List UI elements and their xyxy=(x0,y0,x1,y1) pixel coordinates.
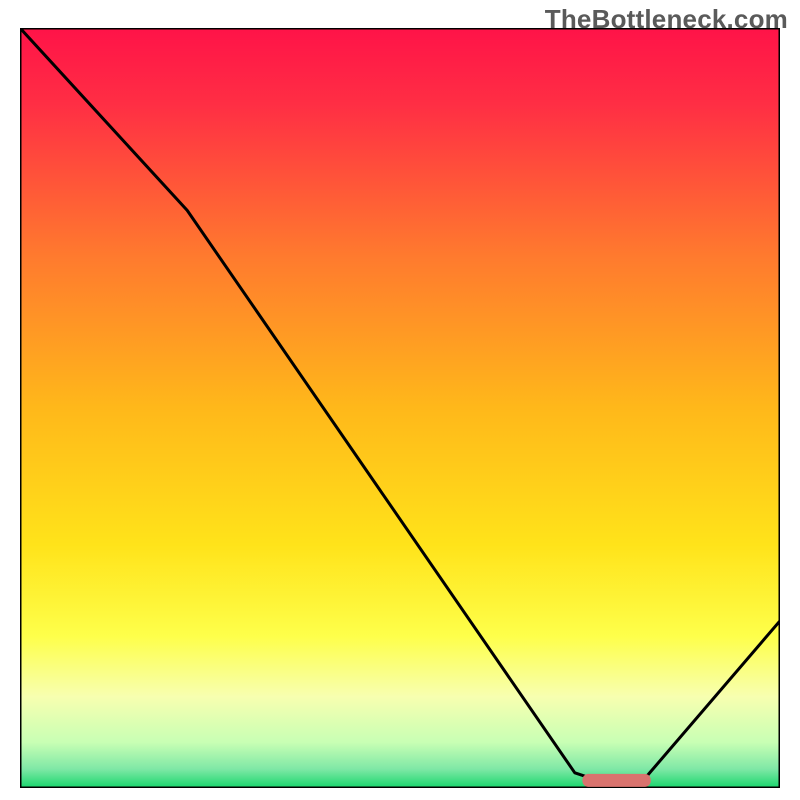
chart-svg xyxy=(20,28,780,788)
plot-area xyxy=(20,28,780,788)
gradient-background xyxy=(20,28,780,788)
chart-container: TheBottleneck.com xyxy=(0,0,800,800)
minimum-marker xyxy=(582,774,650,787)
